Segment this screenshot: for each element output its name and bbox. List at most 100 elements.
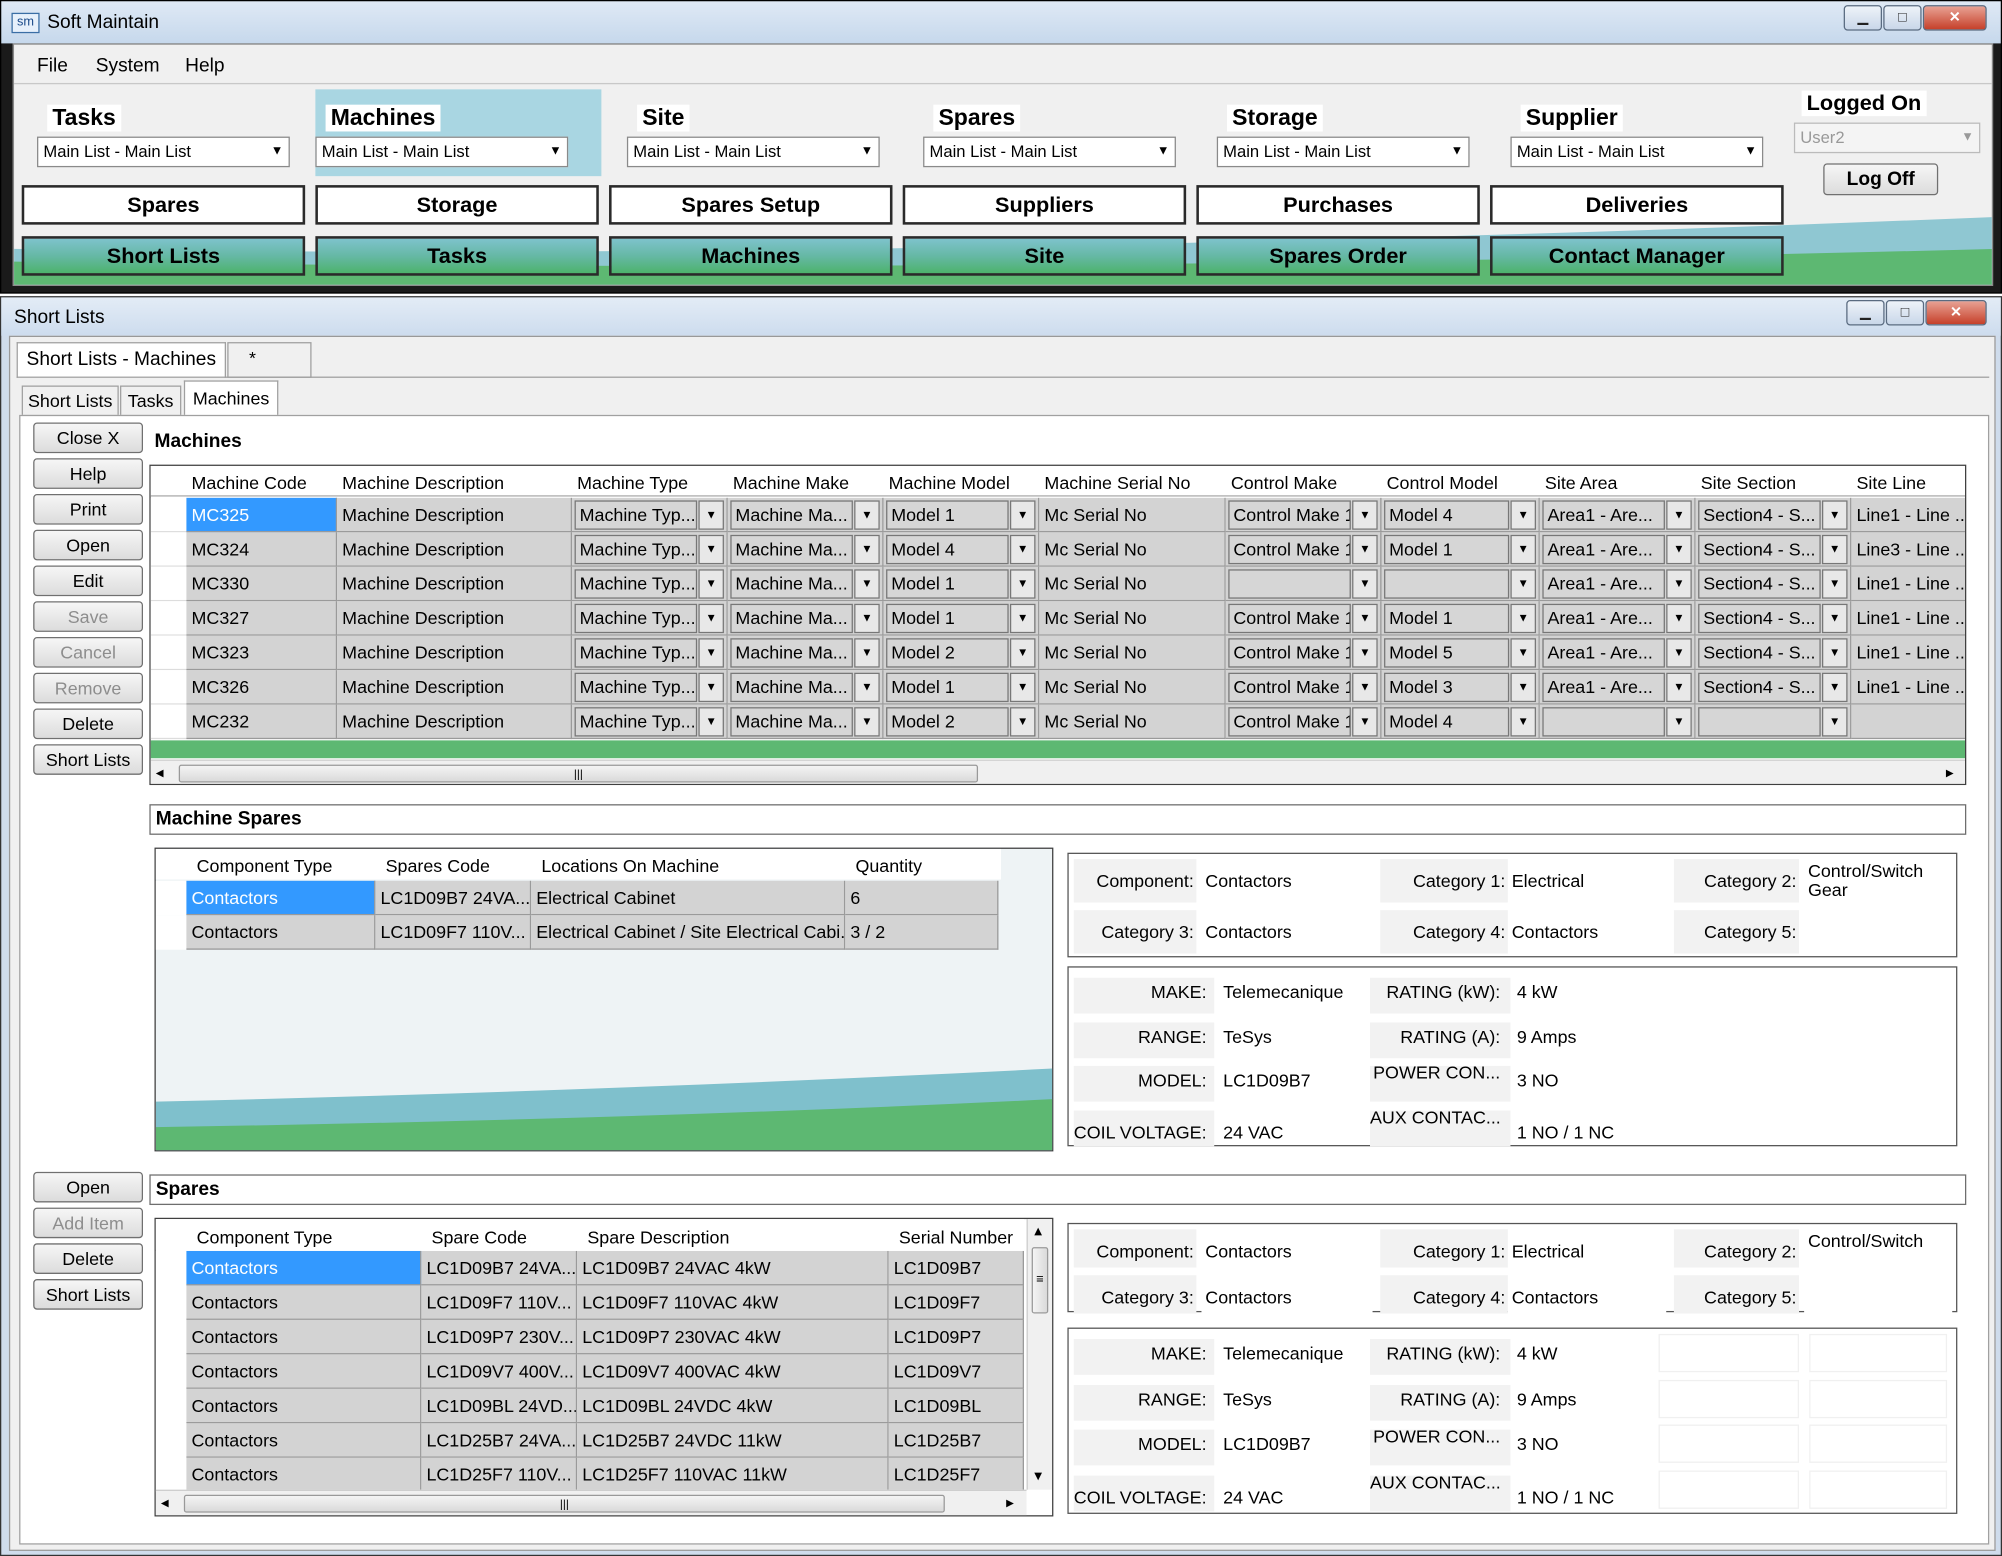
machines-cell[interactable]: Mc Serial No xyxy=(1039,497,1226,533)
row-header[interactable] xyxy=(155,1423,187,1458)
machines-combo-cell[interactable]: Area1 - Are... xyxy=(1542,672,1665,703)
log-off-button[interactable]: Log Off xyxy=(1823,163,1939,196)
nav-deliveries-button[interactable]: Deliveries xyxy=(1490,185,1784,225)
machines-combo-cell[interactable]: Machine Typ... xyxy=(574,569,698,599)
machine-spares-col-header[interactable]: Quantity xyxy=(855,855,998,875)
doc-tab-new[interactable]: * xyxy=(227,342,312,378)
chevron-down-icon[interactable]: ▼ xyxy=(854,500,880,530)
side-short-lists-button[interactable]: Short Lists xyxy=(33,744,144,775)
chevron-down-icon[interactable]: ▼ xyxy=(1821,638,1848,668)
machines-combo-cell[interactable]: Machine Typ... xyxy=(574,534,698,565)
machines-cell[interactable]: Machine Description xyxy=(337,532,573,567)
chevron-down-icon[interactable]: ▼ xyxy=(698,672,724,703)
chevron-down-icon[interactable]: ▼ xyxy=(854,603,880,634)
machines-cell[interactable]: Machine Description xyxy=(337,497,573,533)
machines-col-header[interactable]: Site Line xyxy=(1856,472,1965,492)
machines-col-header[interactable]: Machine Model xyxy=(889,472,1040,492)
machines-combo-cell[interactable]: Section4 - S... xyxy=(1698,569,1821,599)
machines-cell[interactable]: Machine Description xyxy=(337,670,573,705)
spares-cell[interactable]: Contactors xyxy=(186,1423,422,1458)
chevron-down-icon[interactable]: ▼ xyxy=(1009,707,1036,737)
side-edit-button[interactable]: Edit xyxy=(33,565,144,597)
machines-combo-cell[interactable]: Area1 - Are... xyxy=(1542,569,1665,599)
machines-combo-cell[interactable]: Model 1 xyxy=(886,500,1009,530)
row-header[interactable] xyxy=(155,1354,187,1389)
chevron-down-icon[interactable]: ▼ xyxy=(854,672,880,703)
machine-spares-cell[interactable]: Electrical Cabinet xyxy=(531,880,846,916)
maximize-icon[interactable]: □ xyxy=(1883,5,1922,31)
spares-cell[interactable]: Contactors xyxy=(186,1285,422,1320)
machines-col-header[interactable]: Machine Description xyxy=(342,472,572,492)
chevron-down-icon[interactable]: ▼ xyxy=(1666,500,1692,530)
chevron-down-icon[interactable]: ▼ xyxy=(1666,672,1692,703)
module-storage-select[interactable]: Main List - Main List ▼ xyxy=(1216,136,1470,168)
machines-cell[interactable]: Line1 - Line ... xyxy=(1851,635,1965,671)
machines-combo-cell[interactable]: Machine Ma... xyxy=(730,603,853,634)
machines-combo-cell[interactable]: Machine Typ... xyxy=(574,603,698,634)
machines-cell[interactable]: Line1 - Line ... xyxy=(1851,601,1965,636)
row-header[interactable] xyxy=(155,1250,187,1286)
machines-combo-cell[interactable]: Control Make 1 xyxy=(1228,672,1351,703)
machines-combo-cell[interactable]: Model 4 xyxy=(886,534,1009,565)
user-select[interactable]: User2 ▼ xyxy=(1793,122,1981,154)
machines-cell[interactable]: Machine Description xyxy=(337,704,573,740)
chevron-down-icon[interactable]: ▼ xyxy=(1352,603,1378,634)
nav-suppliers-button[interactable]: Suppliers xyxy=(902,185,1187,225)
chevron-down-icon[interactable]: ▼ xyxy=(1510,638,1536,668)
nav-spares-button[interactable]: Spares xyxy=(21,185,306,225)
spares-cell[interactable]: LC1D25F7 xyxy=(888,1457,1024,1493)
machines-combo-cell[interactable]: Model 5 xyxy=(1384,638,1510,668)
machines-combo-cell[interactable]: Area1 - Are... xyxy=(1542,534,1665,565)
machines-combo-cell[interactable]: Machine Ma... xyxy=(730,534,853,565)
machines-cell[interactable]: Mc Serial No xyxy=(1039,566,1226,602)
spares-col-header[interactable]: Component Type xyxy=(197,1227,422,1247)
nav2-contact-manager-button[interactable]: Contact Manager xyxy=(1490,236,1784,276)
chevron-down-icon[interactable]: ▼ xyxy=(1352,707,1378,737)
chevron-down-icon[interactable]: ▼ xyxy=(1666,569,1692,599)
machines-combo-cell[interactable]: Control Make 1 xyxy=(1228,638,1351,668)
spares-open-button[interactable]: Open xyxy=(33,1171,144,1203)
nav-purchases-button[interactable]: Purchases xyxy=(1196,185,1480,225)
spares-col-header[interactable]: Serial Number xyxy=(899,1227,1024,1247)
machines-combo-cell[interactable]: Section4 - S... xyxy=(1698,534,1821,565)
spares-cell[interactable]: Contactors xyxy=(186,1250,422,1286)
machines-cell[interactable]: MC323 xyxy=(186,635,338,671)
spares-short-lists-button[interactable]: Short Lists xyxy=(33,1279,144,1310)
spares-hscroll[interactable]: ◂ ||| ▸ xyxy=(155,1489,1027,1516)
nav2-spares-order-button[interactable]: Spares Order xyxy=(1196,236,1480,276)
machines-combo-cell[interactable]: Machine Ma... xyxy=(730,707,853,737)
side-print-button[interactable]: Print xyxy=(33,494,144,525)
machines-combo-cell[interactable]: Model 1 xyxy=(886,672,1009,703)
chevron-down-icon[interactable]: ▼ xyxy=(854,638,880,668)
row-header[interactable] xyxy=(150,566,187,602)
chevron-down-icon[interactable]: ▼ xyxy=(1009,638,1036,668)
chevron-down-icon[interactable]: ▼ xyxy=(1352,569,1378,599)
machines-cell[interactable] xyxy=(1851,704,1965,740)
chevron-down-icon[interactable]: ▼ xyxy=(698,500,724,530)
scroll-thumb[interactable]: ≡ xyxy=(1031,1247,1049,1314)
machines-combo-cell[interactable]: Model 1 xyxy=(886,569,1009,599)
nav2-tasks-button[interactable]: Tasks xyxy=(315,236,599,276)
chevron-down-icon[interactable]: ▼ xyxy=(1510,500,1536,530)
machines-cell[interactable]: Mc Serial No xyxy=(1039,670,1226,705)
scroll-up-icon[interactable]: ▴ xyxy=(1034,1222,1042,1240)
machine-spares-cell[interactable]: LC1D09F7 110V... xyxy=(375,915,532,950)
spares-cell[interactable]: LC1D09B7 xyxy=(888,1250,1024,1286)
machines-combo-cell[interactable]: Model 3 xyxy=(1384,672,1510,703)
machines-col-header[interactable]: Control Model xyxy=(1387,472,1540,492)
machines-cell[interactable]: MC325 xyxy=(186,497,338,533)
machines-cell[interactable]: Line3 - Line ... xyxy=(1851,532,1965,567)
chevron-down-icon[interactable]: ▼ xyxy=(698,569,724,599)
chevron-down-icon[interactable]: ▼ xyxy=(1352,500,1378,530)
machines-cell[interactable]: Machine Description xyxy=(337,601,573,636)
spares-cell[interactable]: LC1D09V7 400VAC 4kW xyxy=(577,1354,889,1389)
machines-cell[interactable]: MC330 xyxy=(186,566,338,602)
doc-tab-short-lists-machines[interactable]: Short Lists - Machines xyxy=(16,342,226,378)
machines-combo-cell[interactable]: Section4 - S... xyxy=(1698,500,1821,530)
chevron-down-icon[interactable]: ▼ xyxy=(1821,534,1848,565)
side-open-button[interactable]: Open xyxy=(33,529,144,561)
chevron-down-icon[interactable]: ▼ xyxy=(1009,569,1036,599)
spares-cell[interactable]: LC1D09P7 230V... xyxy=(421,1319,578,1355)
spares-cell[interactable]: LC1D25F7 110VAC 11kW xyxy=(577,1457,889,1493)
machines-combo-cell[interactable]: Section4 - S... xyxy=(1698,603,1821,634)
